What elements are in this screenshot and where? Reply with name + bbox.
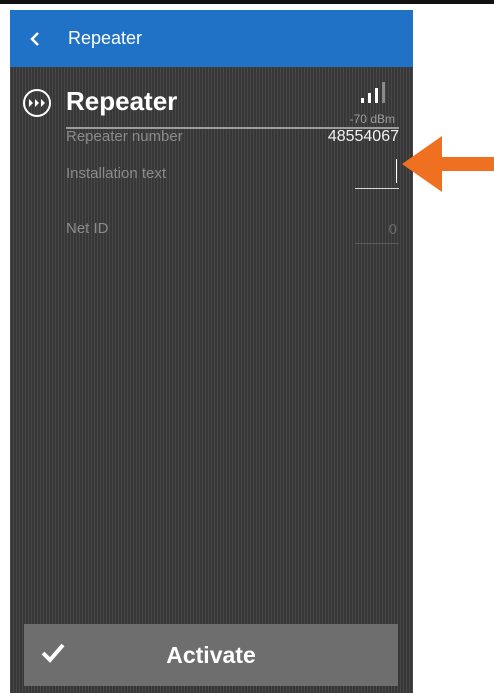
device-title: Repeater (66, 86, 178, 116)
signal-strength-text: -70 dBm (349, 112, 395, 126)
app-bar-title: Repeater (68, 28, 143, 48)
net-id-label: Net ID (66, 220, 109, 237)
app-bar: Repeater (10, 10, 413, 67)
repeater-number-value: 48554067 (327, 128, 399, 145)
chevron-left-icon (30, 31, 39, 46)
device-header: Repeater -70 dBm (22, 82, 400, 132)
installation-text-label: Installation text (66, 165, 167, 182)
net-id-row: Net ID (66, 216, 399, 244)
installation-text-row: Installation text (66, 159, 399, 189)
pointer-arrow-icon (402, 136, 494, 192)
repeater-number-label: Repeater number (66, 128, 183, 145)
signal-indicator: -70 dBm (325, 82, 395, 126)
net-id-input[interactable] (355, 216, 399, 244)
repeater-icon (23, 89, 51, 117)
installation-text-input[interactable] (355, 159, 399, 189)
top-rule (0, 0, 494, 4)
app-screen: Repeater Repeater -70 dBm Repeater numbe… (10, 10, 413, 693)
activate-button[interactable]: Activate (24, 624, 398, 686)
repeater-number-row: Repeater number 48554067 (66, 128, 399, 152)
text-caret (396, 159, 397, 183)
signal-strength-icon (361, 82, 385, 103)
activate-label: Activate (166, 642, 256, 668)
back-button[interactable] (10, 10, 60, 67)
